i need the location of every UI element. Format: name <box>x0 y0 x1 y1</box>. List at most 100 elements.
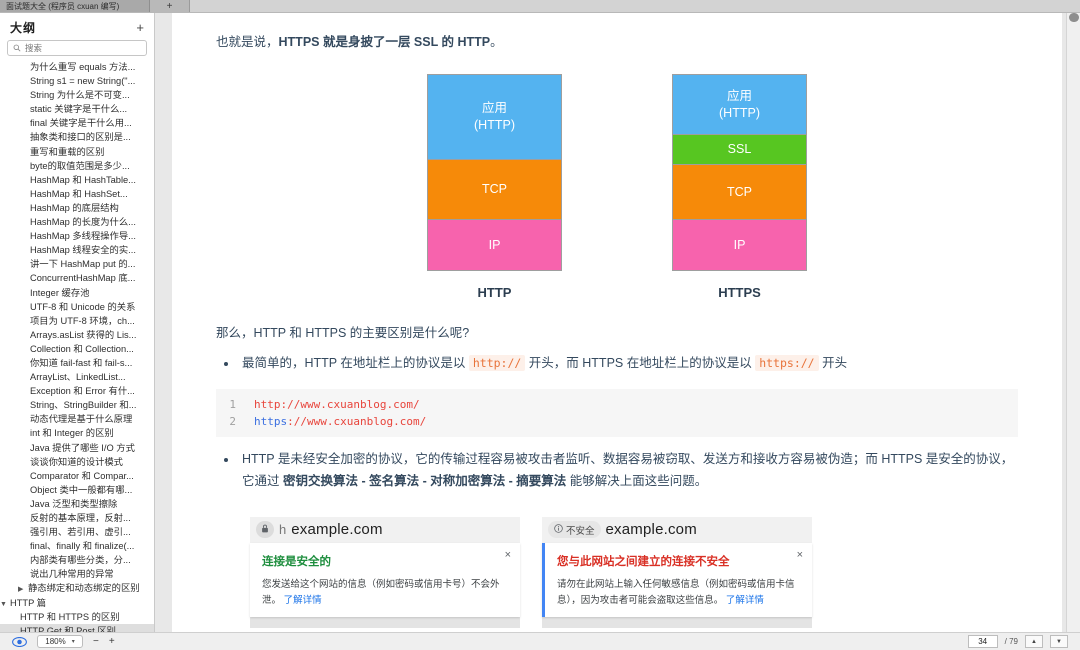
outline-item[interactable]: 谈谈你知道的设计模式 <box>0 455 154 469</box>
stack-layer-label: (HTTP) <box>474 118 515 133</box>
outline-item[interactable]: 重写和重载的区别 <box>0 145 154 159</box>
outline-item-label: Exception 和 Error 有什... <box>30 386 135 397</box>
zoom-select[interactable]: 180% ▾ <box>37 635 83 648</box>
text-run: 能够解决上面这些问题。 <box>566 473 708 488</box>
page-scrollbar[interactable] <box>1066 13 1080 650</box>
outline-item[interactable]: ▶ 静态绑定和动态绑定的区别 <box>0 581 154 595</box>
tab-bar-empty <box>190 0 1080 12</box>
close-icon[interactable]: × <box>797 549 803 561</box>
outline-item[interactable]: ▼ HTTP 篇 <box>0 596 154 610</box>
http-stack-caption: HTTP <box>477 285 512 301</box>
outline-item-label: 反射的基本原理，反射... <box>30 513 131 523</box>
outline-item[interactable]: Comparator 和 Compar... <box>0 469 154 483</box>
site-security-chip[interactable]: 不安全 <box>548 521 601 539</box>
outline-item-label: HashMap 多线程操作导... <box>30 231 136 242</box>
outline-item[interactable]: int 和 Integer 的区别 <box>0 426 154 440</box>
code-line-text: http://www.cxuanblog.com/ <box>254 396 420 413</box>
outline-item-label: 动态代理是基于什么原理 <box>30 414 133 425</box>
outline-item-label: Comparator 和 Compar... <box>30 470 134 481</box>
outline-item-label: 讲一下 HashMap put 的... <box>30 259 136 270</box>
browser-screenshots: h example.com × 连接是安全的 您发送给这个网站的信息（例如密码或信用卡号… <box>250 516 1018 629</box>
browser-address-bar[interactable]: h example.com <box>250 516 520 543</box>
list-item: 最简单的，HTTP 在地址栏上的协议是以 http:// 开头，而 HTTPS … <box>216 353 1018 375</box>
outline-item[interactable]: HashMap 和 HashSet... <box>0 187 154 201</box>
site-security-chip[interactable] <box>256 521 274 539</box>
outline-item[interactable]: 强引用、若引用、虚引... <box>0 525 154 539</box>
search-container <box>0 40 154 60</box>
site-info-popup: × 连接是安全的 您发送给这个网站的信息（例如密码或信用卡号）不会外泄。 了解详情 <box>250 542 520 618</box>
next-page-button[interactable]: ▼ <box>1050 635 1068 648</box>
status-bar-right: 34 / 79 ▲ ▼ <box>967 635 1080 648</box>
previous-page-button[interactable]: ▲ <box>1025 635 1043 648</box>
tab-document[interactable]: 面试题大全 (程序员 cxuan 编写) <box>0 0 150 12</box>
outline-item[interactable]: Object 类中一般都有哪... <box>0 483 154 497</box>
difference-list: 最简单的，HTTP 在地址栏上的协议是以 http:// 开头，而 HTTPS … <box>216 353 1018 375</box>
outline-item[interactable]: HashMap 线程安全的实... <box>0 243 154 257</box>
outline-item-label: byte的取值范围是多少... <box>30 160 130 171</box>
learn-more-link[interactable]: 了解详情 <box>726 595 764 606</box>
outline-item[interactable]: Collection 和 Collection... <box>0 342 154 356</box>
zoom-in-button[interactable]: + <box>109 636 115 647</box>
outline-item[interactable]: Exception 和 Error 有什... <box>0 384 154 398</box>
new-tab-button[interactable]: + <box>150 0 190 12</box>
outline-item[interactable]: ArrayList、LinkedList... <box>0 370 154 384</box>
chevron-down-icon[interactable]: ▼ <box>0 598 10 610</box>
outline-item[interactable]: 说出几种常用的异常 <box>0 567 154 581</box>
outline-item[interactable]: 内部类有哪些分类，分... <box>0 553 154 567</box>
outline-item[interactable]: UTF-8 和 Unicode 的关系 <box>0 300 154 314</box>
outline-item[interactable]: 动态代理是基于什么原理 <box>0 412 154 426</box>
outline-item[interactable]: Arrays.asList 获得的 Lis... <box>0 328 154 342</box>
outline-item[interactable]: HashMap 的长度为什么... <box>0 215 154 229</box>
outline-item[interactable]: HashMap 和 HashTable... <box>0 173 154 187</box>
outline-item[interactable]: 反射的基本原理，反射... <box>0 511 154 525</box>
search-box[interactable] <box>7 40 147 56</box>
learn-more-link[interactable]: 了解详情 <box>284 595 322 606</box>
chevron-right-icon[interactable]: ▶ <box>18 583 28 595</box>
outline-item[interactable]: HashMap 多线程操作导... <box>0 229 154 243</box>
outline-item-label: 你知道 fail-fast 和 fail-s... <box>30 357 133 368</box>
outline-item-label: HTTP 篇 <box>10 597 46 608</box>
http-stack-column: 应用 (HTTP) TCP IP HTTP <box>427 74 562 300</box>
outline-item-label: ConcurrentHashMap 底... <box>30 273 136 284</box>
outline-item-label: Arrays.asList 获得的 Lis... <box>30 329 137 340</box>
status-bar-left: 180% ▾ − + <box>0 635 155 648</box>
outline-item[interactable]: 项目为 UTF-8 环境，ch... <box>0 314 154 328</box>
add-outline-button[interactable]: + <box>136 21 144 34</box>
outline-item[interactable]: 抽象类和接口的区别是... <box>0 130 154 144</box>
outline-item[interactable]: String、StringBuilder 和... <box>0 398 154 412</box>
outline-item-label: 项目为 UTF-8 环境，ch... <box>30 315 135 326</box>
outline-item[interactable]: Java 提供了哪些 I/O 方式 <box>0 441 154 455</box>
search-input[interactable] <box>25 43 141 53</box>
document-viewer[interactable]: 也就是说，HTTPS 就是身披了一层 SSL 的 HTTP。 应用 (HTTP) T… <box>155 13 1080 650</box>
outline-item-label: 强引用、若引用、虚引... <box>30 527 131 538</box>
zoom-out-button[interactable]: − <box>93 636 99 647</box>
intro-suffix: 。 <box>490 35 503 49</box>
outline-item[interactable]: HTTP 和 HTTPS 的区别 <box>0 610 154 624</box>
outline-item[interactable]: String 为什么是不可变... <box>0 88 154 102</box>
eye-icon[interactable] <box>12 636 27 647</box>
url-code-block: 1 http://www.cxuanblog.com/2 https://www.c… <box>216 389 1018 438</box>
outline-item[interactable]: HashMap 的底层结构 <box>0 201 154 215</box>
outline-item-label: HTTP 和 HTTPS 的区别 <box>20 611 120 622</box>
outline-item[interactable]: final 关键字是干什么用... <box>0 116 154 130</box>
outline-item[interactable]: ConcurrentHashMap 底... <box>0 271 154 285</box>
browser-screenshot: 不安全 example.com × 您与此网站之间建立的连接不安全 请勿在此网站上输入任… <box>542 516 812 629</box>
outline-item[interactable]: String s1 = new String("... <box>0 74 154 88</box>
browser-address-bar[interactable]: 不安全 example.com <box>542 516 812 543</box>
outline-item-label: Java 泛型和类型擦除 <box>30 498 118 509</box>
outline-item[interactable]: byte的取值范围是多少... <box>0 159 154 173</box>
outline-list[interactable]: 为什么重写 equals 方法... String s1 = new String… <box>0 60 154 650</box>
outline-item[interactable]: 讲一下 HashMap put 的... <box>0 257 154 271</box>
outline-item-label: String s1 = new String("... <box>30 76 136 87</box>
url-rest: ://www.cxuanblog.com/ <box>287 415 427 429</box>
outline-item-label: HashMap 的底层结构 <box>30 202 119 213</box>
outline-item[interactable]: static 关键字是干什么... <box>0 102 154 116</box>
page-number-input[interactable]: 34 <box>967 635 998 648</box>
outline-item[interactable]: 为什么重写 equals 方法... <box>0 60 154 74</box>
outline-item[interactable]: final、finally 和 finalize(... <box>0 539 154 553</box>
page-scrollbar-thumb[interactable] <box>1069 13 1079 22</box>
close-icon[interactable]: × <box>505 549 511 561</box>
outline-item[interactable]: Integer 缓存池 <box>0 286 154 300</box>
outline-item[interactable]: 你知道 fail-fast 和 fail-s... <box>0 356 154 370</box>
outline-item[interactable]: Java 泛型和类型擦除 <box>0 497 154 511</box>
